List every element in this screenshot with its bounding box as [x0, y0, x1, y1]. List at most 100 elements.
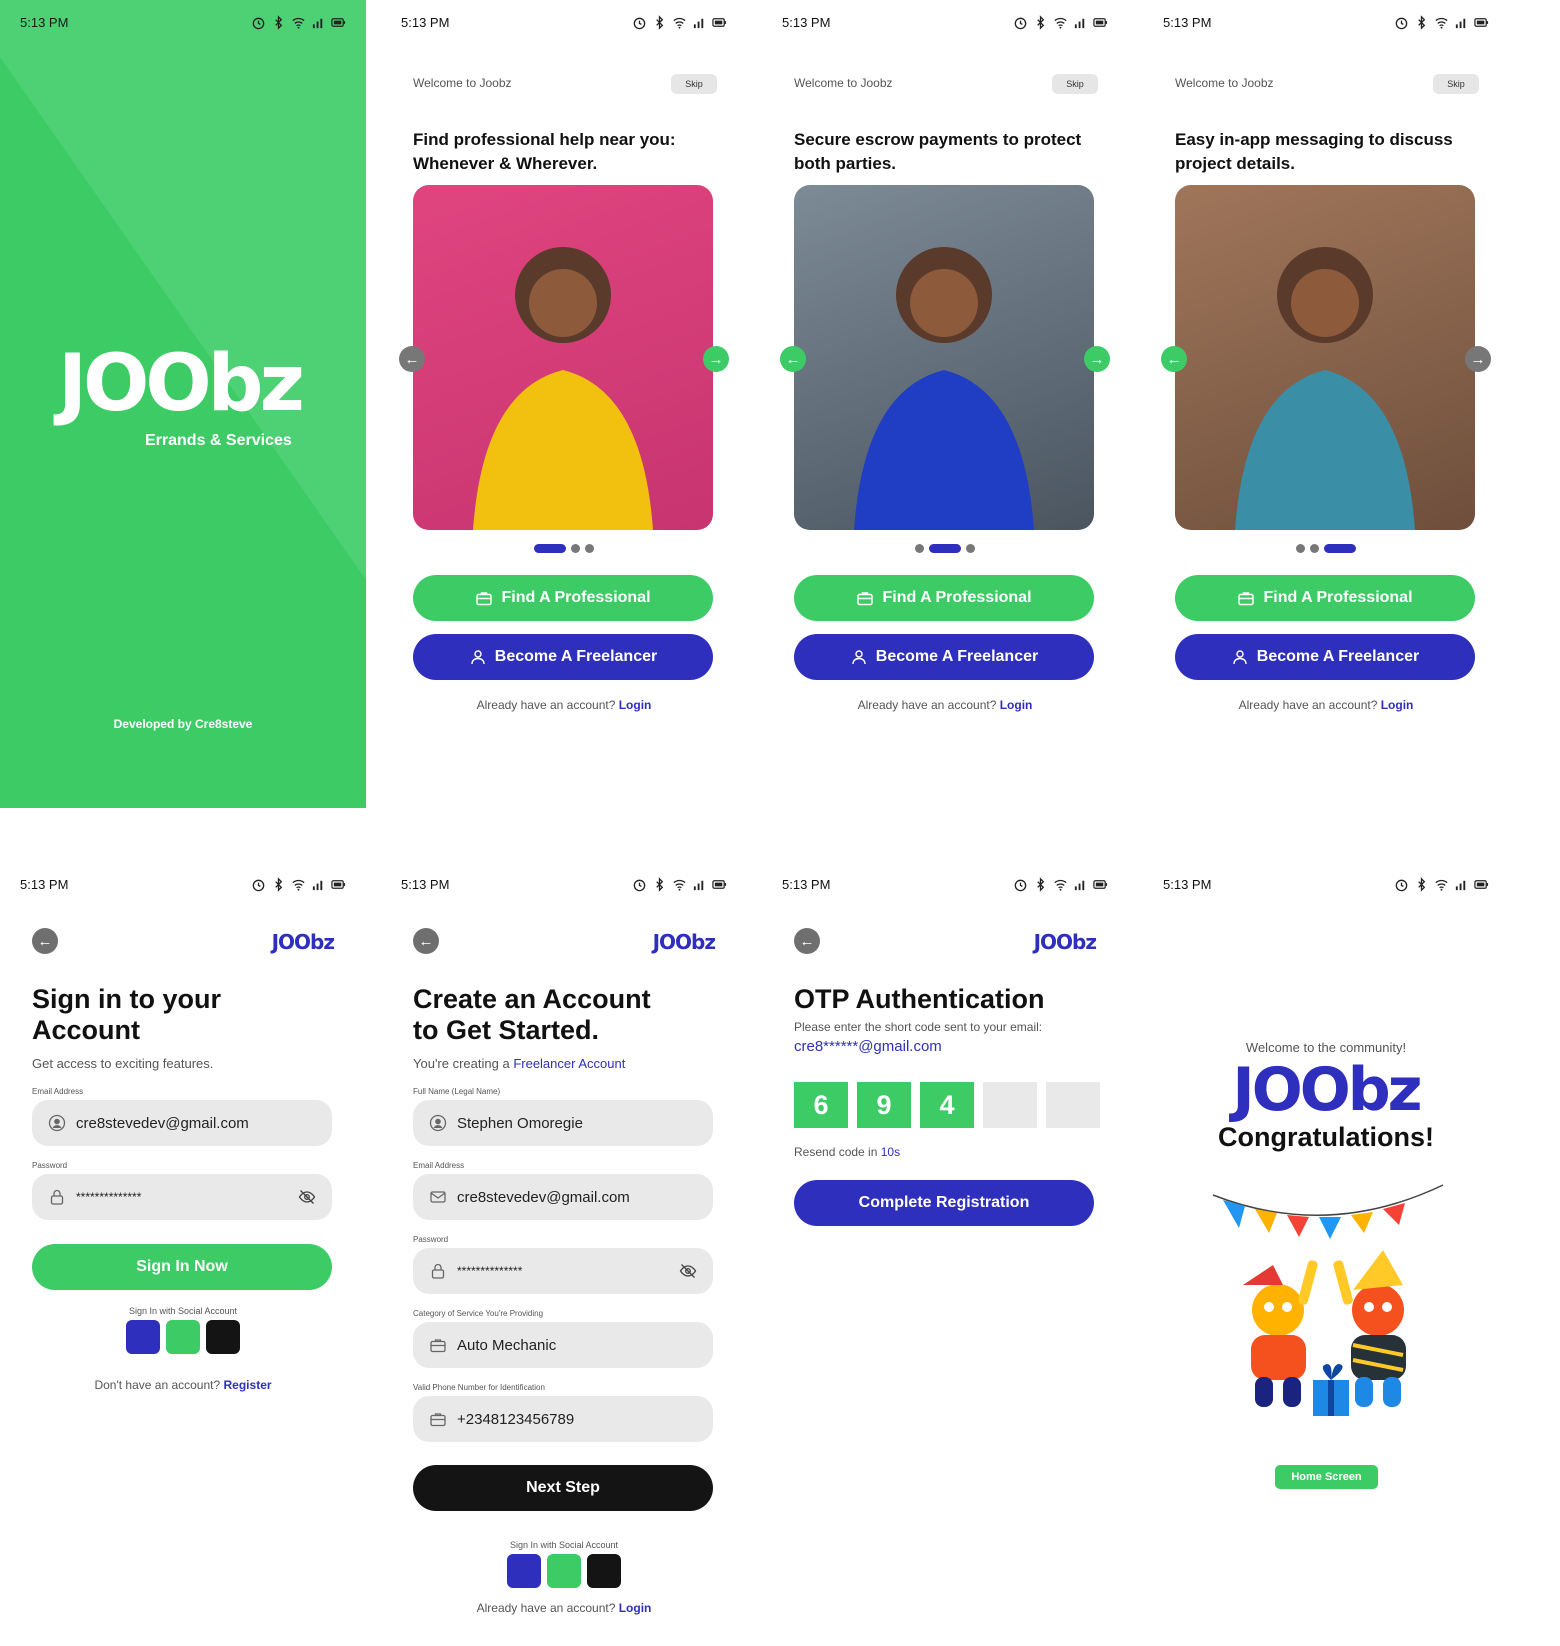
status-bar: 5:13 PM	[0, 12, 366, 32]
account-type-link[interactable]: Freelancer Account	[513, 1056, 625, 1071]
prev-arrow-button[interactable]: ←	[780, 346, 806, 372]
social-google-button[interactable]	[547, 1554, 581, 1588]
fullname-field[interactable]: Stephen Omoregie	[413, 1100, 713, 1146]
phone-field[interactable]: +2348123456789	[413, 1396, 713, 1442]
eye-off-icon[interactable]	[679, 1262, 697, 1280]
phone-value: +2348123456789	[457, 1410, 575, 1428]
bluetooth-icon	[275, 876, 283, 892]
social-buttons	[0, 1320, 366, 1354]
signal-icon	[693, 880, 704, 890]
email-field[interactable]: cre8stevedev@gmail.com	[413, 1174, 713, 1220]
email-field[interactable]: cre8stevedev@gmail.com	[32, 1100, 332, 1146]
next-step-button[interactable]: Next Step	[413, 1465, 713, 1511]
skip-button[interactable]: Skip	[671, 74, 717, 94]
subtitle-prefix: You're creating a	[413, 1056, 510, 1071]
find-professional-button[interactable]: Find A Professional	[1175, 575, 1475, 621]
back-button[interactable]: ←	[32, 928, 58, 954]
social-apple-button[interactable]	[587, 1554, 621, 1588]
carousel-dot[interactable]	[571, 544, 580, 553]
slide-photo	[1175, 185, 1475, 530]
login-link[interactable]: Login	[1000, 698, 1033, 712]
social-google-button[interactable]	[166, 1320, 200, 1354]
find-professional-button[interactable]: Find A Professional	[794, 575, 1094, 621]
login-link[interactable]: Login	[619, 698, 652, 712]
person-illustration	[854, 247, 1034, 530]
carousel-dot[interactable]	[1296, 544, 1305, 553]
joobz-logo: JOObz	[271, 930, 335, 954]
password-field[interactable]: **************	[413, 1248, 713, 1294]
briefcase-icon	[476, 592, 493, 606]
slide-photo	[413, 185, 713, 530]
carousel-dot[interactable]	[534, 544, 566, 553]
status-bar: 5:13 PM	[381, 874, 747, 894]
status-bar: 5:13 PM	[762, 12, 1128, 32]
next-arrow-button[interactable]: →	[1084, 346, 1110, 372]
battery-icon	[712, 17, 727, 27]
carousel-dot[interactable]	[1324, 544, 1356, 553]
login-link[interactable]: Login	[619, 1601, 652, 1615]
resend-timer[interactable]: 10s	[881, 1145, 900, 1159]
back-button[interactable]: ←	[413, 928, 439, 954]
password-field[interactable]: **************	[32, 1174, 332, 1220]
social-facebook-button[interactable]	[126, 1320, 160, 1354]
carousel-dot[interactable]	[929, 544, 961, 553]
otp-digit[interactable]	[1046, 1082, 1100, 1128]
signin-screen: 5:13 PM ← JOObz Sign in to your Account …	[0, 860, 366, 1646]
register-prompt: Don't have an account? Register	[0, 1378, 366, 1392]
otp-digit[interactable]: 4	[920, 1082, 974, 1128]
sign-in-button[interactable]: Sign In Now	[32, 1244, 332, 1290]
social-apple-button[interactable]	[206, 1320, 240, 1354]
social-facebook-button[interactable]	[507, 1554, 541, 1588]
email-value: cre8stevedev@gmail.com	[76, 1114, 249, 1132]
become-freelancer-button[interactable]: Become A Freelancer	[1175, 634, 1475, 680]
fullname-label: Full Name (Legal Name)	[413, 1087, 501, 1096]
complete-registration-button[interactable]: Complete Registration	[794, 1180, 1094, 1226]
briefcase-icon	[429, 1410, 447, 1428]
status-icons	[632, 876, 727, 892]
carousel-dot[interactable]	[966, 544, 975, 553]
bluetooth-icon	[1037, 14, 1045, 30]
joobz-logo: JOObz	[1033, 930, 1097, 954]
become-freelancer-button[interactable]: Become A Freelancer	[794, 634, 1094, 680]
home-screen-button[interactable]: Home Screen	[1275, 1465, 1378, 1489]
social-buttons	[381, 1554, 747, 1588]
next-arrow-button[interactable]: →	[703, 346, 729, 372]
joobz-logo: JOObz	[652, 930, 716, 954]
onboarding-screen-3: 5:13 PM Welcome to Joobz Skip Easy in-ap…	[1143, 0, 1509, 808]
carousel-dot[interactable]	[915, 544, 924, 553]
become-freelancer-button[interactable]: Become A Freelancer	[413, 634, 713, 680]
carousel-dot[interactable]	[585, 544, 594, 553]
register-link[interactable]: Register	[224, 1378, 272, 1392]
congrats-screen: 5:13 PM Welcome to the community! JOObz …	[1143, 860, 1509, 1646]
social-label: Sign In with Social Account	[509, 1540, 619, 1550]
battery-icon	[1093, 879, 1108, 889]
login-prompt: Already have an account? Login	[762, 698, 1128, 712]
prev-arrow-button[interactable]: ←	[1161, 346, 1187, 372]
briefcase-icon	[429, 1336, 447, 1354]
next-arrow-button[interactable]: →	[1465, 346, 1491, 372]
back-button[interactable]: ←	[794, 928, 820, 954]
carousel-dot[interactable]	[1310, 544, 1319, 553]
category-field[interactable]: Auto Mechanic	[413, 1322, 713, 1368]
prev-arrow-button[interactable]: ←	[399, 346, 425, 372]
lock-icon	[48, 1188, 66, 1206]
already-text: Already have an account?	[476, 1601, 616, 1615]
status-time: 5:13 PM	[401, 876, 450, 892]
already-text: Already have an account?	[1238, 698, 1378, 712]
wifi-icon	[1054, 879, 1067, 891]
eye-off-icon[interactable]	[298, 1188, 316, 1206]
wifi-icon	[1435, 17, 1448, 29]
welcome-text: Welcome to Joobz	[794, 76, 893, 90]
skip-button[interactable]: Skip	[1052, 74, 1098, 94]
status-time: 5:13 PM	[1163, 14, 1212, 30]
otp-digit[interactable]	[983, 1082, 1037, 1128]
login-link[interactable]: Login	[1381, 698, 1414, 712]
category-label: Category of Service You're Providing	[413, 1309, 544, 1318]
find-professional-button[interactable]: Find A Professional	[413, 575, 713, 621]
skip-button[interactable]: Skip	[1433, 74, 1479, 94]
briefcase-icon	[1238, 592, 1255, 606]
otp-digit[interactable]: 6	[794, 1082, 848, 1128]
otp-digit[interactable]: 9	[857, 1082, 911, 1128]
battery-icon	[1474, 879, 1489, 889]
already-text: Already have an account?	[476, 698, 616, 712]
